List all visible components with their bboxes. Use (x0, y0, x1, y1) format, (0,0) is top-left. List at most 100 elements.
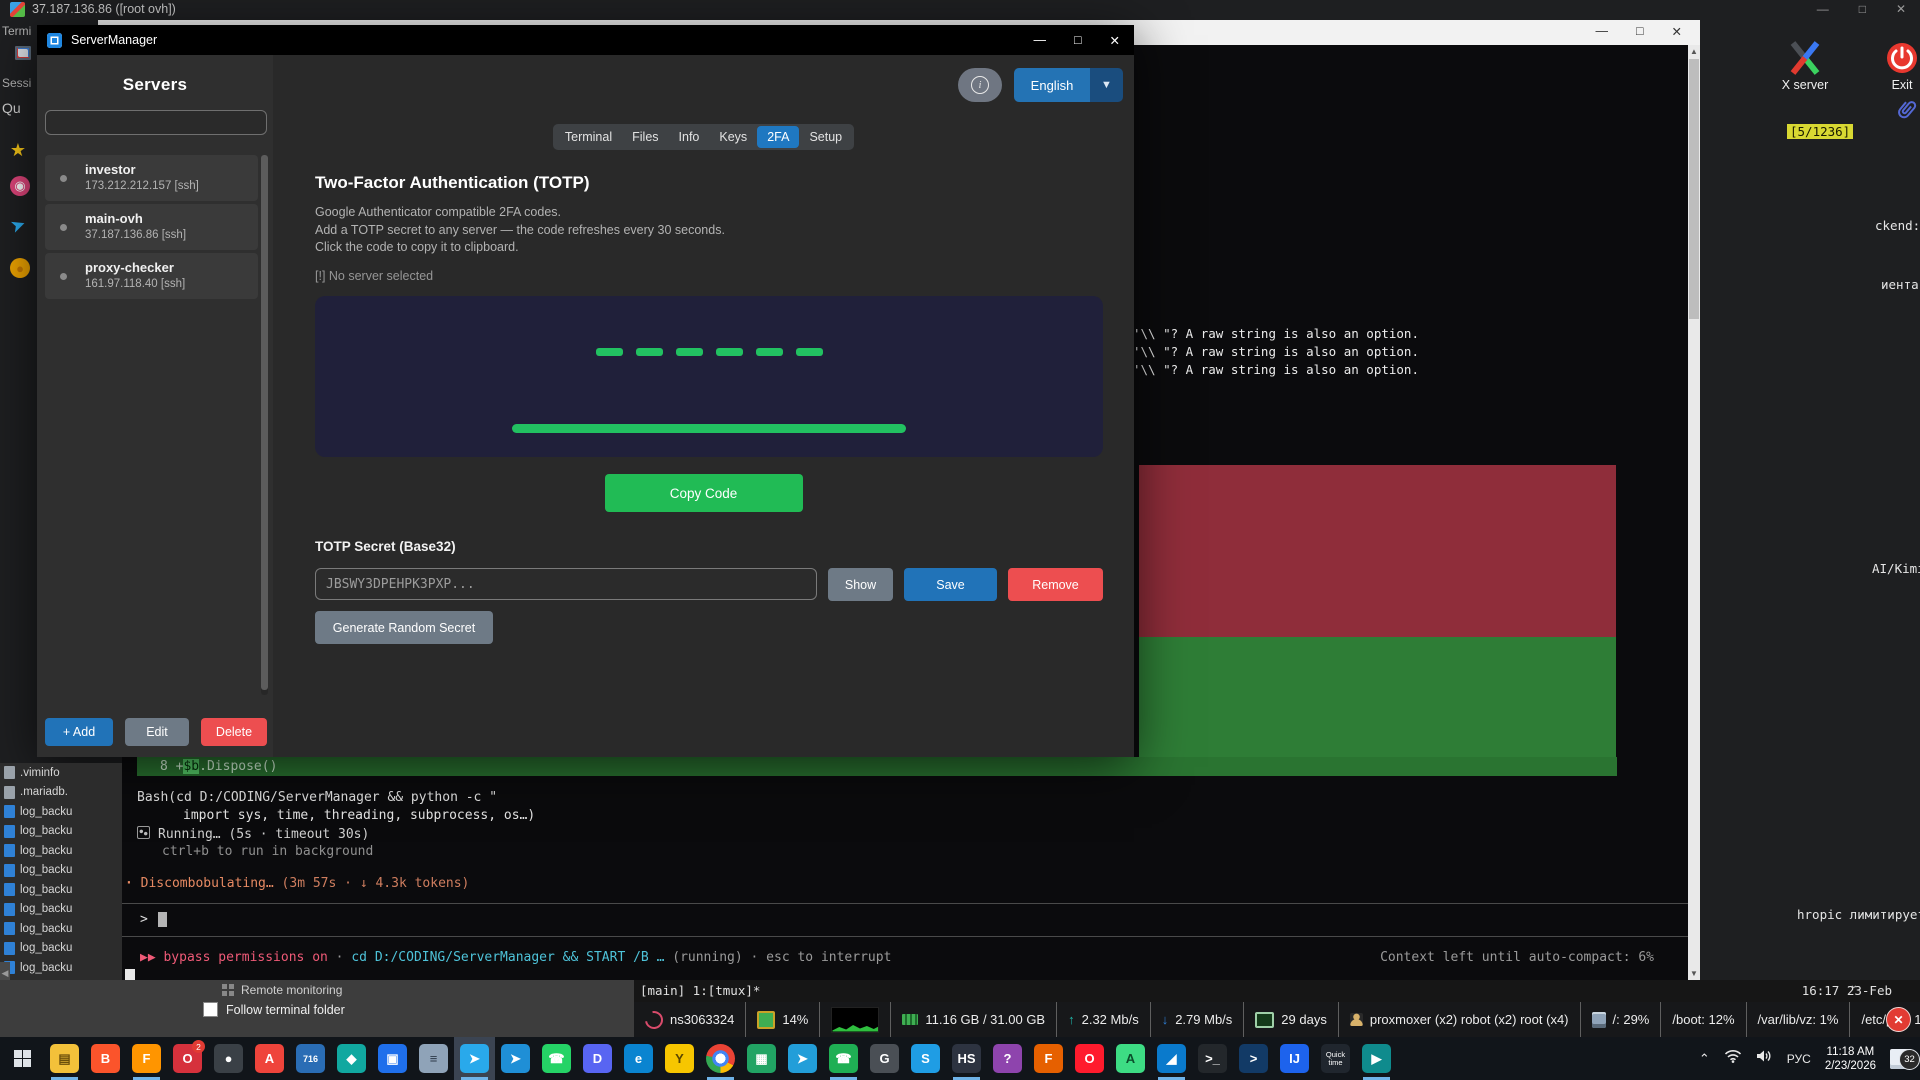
taskbar-icon-chrome[interactable] (700, 1037, 741, 1080)
sessions-label[interactable]: Sessi (2, 76, 31, 90)
stat-down[interactable]: ↓2.79 Mb/s (1150, 1002, 1244, 1037)
chevron-down-icon[interactable]: ▼ (1090, 68, 1123, 102)
taskbar-icon-telegram[interactable]: ➤ (454, 1037, 495, 1080)
exit-power-icon[interactable] (1886, 42, 1918, 74)
file-list-item[interactable]: log_backu (0, 919, 122, 939)
stat-debian[interactable]: ns3063324 (634, 1002, 745, 1037)
taskbar-icon-anydesk-address[interactable]: 716 (290, 1037, 331, 1080)
taskbar-icon-media-player[interactable]: ▶ (1356, 1037, 1397, 1080)
wifi-icon[interactable] (1724, 1049, 1742, 1068)
server-list-item[interactable]: proxy-checker161.97.118.40 [ssh] (45, 253, 258, 299)
taskbar-icon-gimp[interactable]: G (864, 1037, 905, 1080)
orange-ball-icon[interactable]: ● (10, 258, 30, 278)
close-icon[interactable]: ✕ (1896, 2, 1906, 16)
taskbar-icon-telegram-3[interactable]: ➤ (782, 1037, 823, 1080)
favorites-star-icon[interactable]: ★ (8, 140, 28, 160)
stat-disk[interactable]: /: 29% (1580, 1002, 1661, 1037)
taskbar-icon-quiz[interactable]: ? (987, 1037, 1028, 1080)
tab-terminal[interactable]: Terminal (555, 126, 622, 148)
server-list-item[interactable]: investor173.212.212.157 [ssh] (45, 155, 258, 201)
scroll-up-icon[interactable]: ▲ (1688, 47, 1700, 56)
taskbar-icon-explorer[interactable]: ▤ (44, 1037, 85, 1080)
taskbar-icon-anydesk[interactable]: A (249, 1037, 290, 1080)
follow-folder-checkbox[interactable] (203, 1002, 218, 1017)
sessions-icon[interactable] (15, 46, 31, 60)
file-list-item[interactable]: log_backu (0, 880, 122, 900)
taskbar-icon-cmd[interactable]: >_ (1192, 1037, 1233, 1080)
taskbar-icon-discord[interactable]: D (577, 1037, 618, 1080)
maximize-icon[interactable]: □ (1636, 24, 1644, 39)
file-list-item[interactable]: .mariadb. (0, 783, 122, 803)
taskbar-icon-hs-app[interactable]: HS (946, 1037, 987, 1080)
telegram-plane-icon[interactable]: ➤ (5, 212, 31, 238)
show-secret-button[interactable]: Show (828, 568, 893, 601)
taskbar-icon-android[interactable]: A (1110, 1037, 1151, 1080)
minimize-icon[interactable]: — (1595, 24, 1608, 39)
stat-path[interactable]: /boot: 12% (1660, 1002, 1745, 1037)
terminal-scrollbar[interactable]: ▲ ▼ (1688, 45, 1700, 980)
maximize-icon[interactable]: □ (1074, 33, 1082, 48)
taskbar-icon-telegram-2[interactable]: ➤ (495, 1037, 536, 1080)
add-server-button[interactable]: + Add (45, 718, 113, 746)
taskbar-icon-opera[interactable]: O2 (167, 1037, 208, 1080)
tray-clock[interactable]: 11:18 AM 2/23/2026 (1825, 1045, 1876, 1073)
taskbar-icon-vscode[interactable]: ◢ (1151, 1037, 1192, 1080)
info-button[interactable]: i (958, 68, 1002, 102)
terminal-menu-label[interactable]: Termi (2, 24, 31, 38)
file-list-item[interactable]: log_backu (0, 958, 122, 978)
file-list-item[interactable]: log_backu (0, 802, 122, 822)
file-list-item[interactable]: log_backu (0, 861, 122, 881)
generate-random-secret-button[interactable]: Generate Random Secret (315, 611, 493, 644)
delete-server-button[interactable]: Delete (201, 718, 267, 746)
taskbar-icon-firefox[interactable]: F (126, 1037, 167, 1080)
scroll-down-icon[interactable]: ▼ (1688, 969, 1700, 978)
start-button[interactable] (0, 1037, 44, 1080)
scrollbar-thumb[interactable] (1689, 59, 1699, 319)
taskbar-icon-yellow-app[interactable]: Y (659, 1037, 700, 1080)
file-list-item[interactable]: log_backu (0, 841, 122, 861)
terminal-input-box[interactable]: > (122, 903, 1688, 937)
taskbar-icon-notes[interactable]: ≡ (413, 1037, 454, 1080)
remote-monitoring-label[interactable]: Remote monitoring (222, 983, 342, 997)
close-monitoring-icon[interactable]: ✕ (1886, 1007, 1911, 1032)
taskbar-icon-brave[interactable]: B (85, 1037, 126, 1080)
stat-users[interactable]: proxmoxer (x2) robot (x2) root (x4) (1338, 1002, 1580, 1037)
keyboard-language-indicator[interactable]: РУС (1787, 1052, 1811, 1066)
taskbar-icon-intellij[interactable]: IJ (1274, 1037, 1315, 1080)
tab-info[interactable]: Info (669, 126, 710, 148)
stat-ram[interactable]: 11.16 GB / 31.00 GB (890, 1002, 1056, 1037)
volume-icon[interactable] (1756, 1049, 1773, 1068)
taskbar-icon-edge[interactable]: e (618, 1037, 659, 1080)
edit-server-button[interactable]: Edit (125, 718, 189, 746)
taskbar-icon-teal-app[interactable]: ◆ (331, 1037, 372, 1080)
tab-keys[interactable]: Keys (709, 126, 757, 148)
minimize-icon[interactable]: — (1033, 33, 1046, 48)
taskbar-icon-quicktime[interactable]: Quick time (1315, 1037, 1356, 1080)
server-manager-titlebar[interactable]: ServerManager — □ ✕ (37, 25, 1134, 55)
server-search-input[interactable] (45, 110, 267, 135)
file-list-item[interactable]: .viminfo (0, 763, 122, 783)
tray-expand-icon[interactable]: ⌃ (1699, 1051, 1710, 1067)
stat-path[interactable]: /var/lib/vz: 1% (1746, 1002, 1850, 1037)
close-icon[interactable]: ✕ (1672, 24, 1682, 39)
stat-graph[interactable] (819, 1002, 890, 1037)
remove-secret-button[interactable]: Remove (1008, 568, 1103, 601)
file-list-item[interactable]: log_backu (0, 822, 122, 842)
taskbar-icon-opera-2[interactable]: O (1069, 1037, 1110, 1080)
language-dropdown[interactable]: English ▼ (1014, 68, 1123, 102)
minimize-icon[interactable]: — (1817, 2, 1829, 16)
paperclip-icon[interactable] (1894, 98, 1918, 127)
taskbar-icon-whatsapp-2[interactable]: ☎ (823, 1037, 864, 1080)
tab-setup[interactable]: Setup (799, 126, 852, 148)
taskbar-icon-sheets[interactable]: ▦ (741, 1037, 782, 1080)
totp-secret-input[interactable] (315, 568, 817, 600)
file-list-item[interactable]: log_backu (0, 900, 122, 920)
stat-cpu[interactable]: 14% (745, 1002, 819, 1037)
pink-tool-icon[interactable]: ◉ (10, 176, 30, 196)
tab-files[interactable]: Files (622, 126, 668, 148)
maximize-icon[interactable]: □ (1859, 2, 1866, 16)
copy-code-button[interactable]: Copy Code (605, 474, 803, 512)
chevron-down-icon[interactable]: ⌄ (1850, 980, 1858, 991)
exit-label[interactable]: Exit (1878, 78, 1920, 92)
save-secret-button[interactable]: Save (904, 568, 997, 601)
